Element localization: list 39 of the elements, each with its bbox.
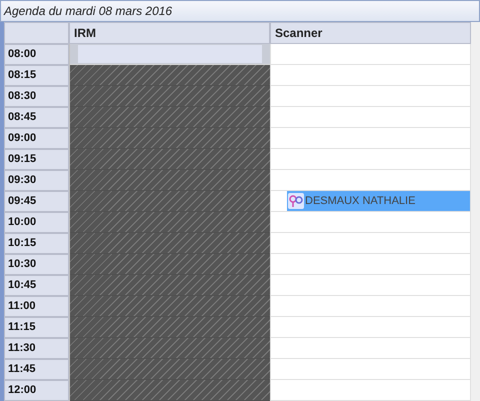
scanner-slot[interactable]	[270, 44, 471, 65]
scanner-slot[interactable]	[270, 296, 471, 317]
scanner-slot[interactable]	[270, 380, 471, 401]
scanner-slot[interactable]	[270, 254, 471, 275]
time-cell: 09:30	[4, 170, 69, 191]
window-title: Agenda du mardi 08 mars 2016	[4, 3, 172, 20]
time-cell: 08:30	[4, 86, 69, 107]
time-cell: 09:45	[4, 191, 69, 212]
patient-icon	[288, 193, 304, 209]
scanner-slot[interactable]	[270, 65, 471, 86]
scanner-slot[interactable]	[270, 233, 471, 254]
scanner-slot[interactable]	[270, 359, 471, 380]
time-cell: 10:15	[4, 233, 69, 254]
time-cell: 10:00	[4, 212, 69, 233]
time-cell: 11:45	[4, 359, 69, 380]
scanner-slot[interactable]	[270, 338, 471, 359]
column-header: Scanner	[270, 22, 471, 44]
time-cell: 10:45	[4, 275, 69, 296]
time-cell: 09:15	[4, 149, 69, 170]
header-cell	[4, 22, 69, 44]
scanner-slot[interactable]	[270, 275, 471, 296]
time-cell: 12:00	[4, 380, 69, 401]
column-header: IRM	[69, 22, 270, 44]
time-cell: 09:00	[4, 128, 69, 149]
scanner-slot[interactable]	[270, 86, 471, 107]
free-slot[interactable]	[70, 44, 270, 65]
scanner-slot[interactable]	[270, 149, 471, 170]
time-cell: 11:00	[4, 296, 69, 317]
scanner-slot[interactable]	[270, 128, 471, 149]
time-cell: 08:15	[4, 65, 69, 86]
time-cell: 11:30	[4, 338, 69, 359]
time-cell: 08:45	[4, 107, 69, 128]
time-cell: 10:30	[4, 254, 69, 275]
time-cell: 11:15	[4, 317, 69, 338]
scanner-slot[interactable]	[270, 107, 471, 128]
time-cell: 08:00	[4, 44, 69, 65]
scanner-slot[interactable]	[270, 317, 471, 338]
scanner-slot[interactable]	[270, 212, 471, 233]
patient-name: DESMAUX NATHALIE	[305, 194, 416, 209]
